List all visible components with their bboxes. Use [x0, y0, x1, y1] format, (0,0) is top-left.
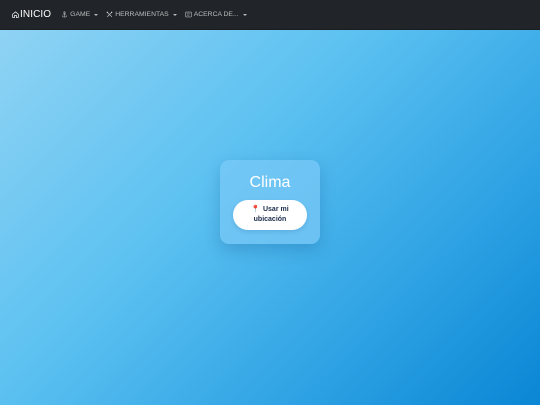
- weather-title: Clima: [249, 174, 291, 191]
- home-icon: [12, 11, 19, 18]
- brand-label: INICIO: [20, 9, 52, 20]
- nav-dropdown-herramientas[interactable]: HERRAMIENTAS: [106, 11, 177, 18]
- info-box-icon: [185, 11, 192, 18]
- weather-card: Clima 📍 Usar mi ubicación: [220, 160, 320, 244]
- nav-game-label: GAME: [70, 11, 91, 18]
- location-button-line1: Usar mi: [262, 205, 289, 213]
- nav-herramientas-label: HERRAMIENTAS: [115, 11, 169, 18]
- chevron-down-icon: [94, 13, 99, 16]
- weather-page: Clima 📍 Usar mi ubicación: [0, 30, 540, 405]
- top-navbar: INICIO GAME HERRAMIENTAS ACERCA DE...: [0, 0, 540, 30]
- nav-dropdown-game[interactable]: GAME: [61, 11, 99, 18]
- tools-icon: [106, 11, 113, 18]
- nav-dropdown-acerca[interactable]: ACERCA DE...: [185, 11, 247, 18]
- map-pin-icon: 📍: [251, 205, 261, 213]
- anchor-icon: [61, 11, 68, 18]
- nav-acerca-label: ACERCA DE...: [193, 11, 239, 18]
- use-my-location-button[interactable]: 📍 Usar mi ubicación: [233, 200, 307, 230]
- chevron-down-icon: [172, 13, 177, 16]
- location-button-line2: ubicación: [253, 216, 287, 223]
- home-link[interactable]: INICIO: [12, 9, 51, 20]
- chevron-down-icon: [242, 13, 247, 16]
